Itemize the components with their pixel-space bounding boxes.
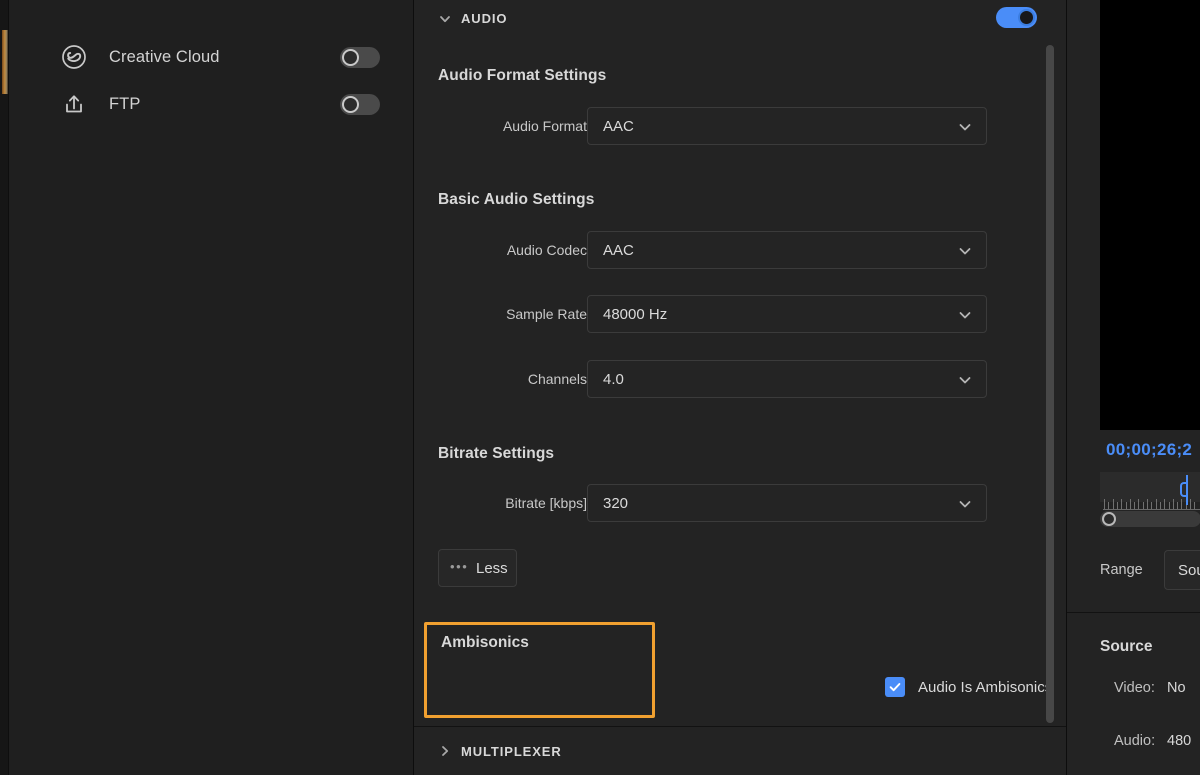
toggle-knob: [1018, 9, 1035, 26]
creative-cloud-toggle[interactable]: [340, 47, 380, 68]
less-button[interactable]: ••• Less: [438, 549, 517, 587]
source-heading: Source: [1100, 638, 1153, 656]
chevron-right-icon[interactable]: [437, 743, 453, 759]
group-heading-audio-format-settings: Audio Format Settings: [438, 67, 606, 85]
multiplexer-section-header[interactable]: MULTIPLEXER: [414, 727, 1066, 775]
field-label: Bitrate [kbps]: [505, 484, 587, 522]
ruler-baseline: [1103, 509, 1200, 510]
field-row-audio-codec: Audio Codec AAC: [414, 231, 1066, 269]
video-preview[interactable]: [1100, 0, 1200, 430]
publish-item-creative-cloud[interactable]: Creative Cloud: [9, 33, 413, 81]
dropdown-value: AAC: [603, 232, 634, 270]
chevron-down-icon: [957, 119, 973, 135]
range-label: Range: [1100, 550, 1143, 590]
range-dropdown[interactable]: Sou: [1164, 550, 1200, 590]
audio-section-header[interactable]: AUDIO: [414, 0, 1066, 37]
chevron-down-icon: [957, 372, 973, 388]
chevron-down-icon: [957, 307, 973, 323]
group-heading-basic-audio-settings: Basic Audio Settings: [438, 191, 594, 209]
ftp-upload-icon: [57, 87, 91, 121]
export-settings-window: Creative Cloud FTP: [0, 0, 1200, 775]
source-row-video: Video: No: [1067, 680, 1200, 706]
toggle-knob: [342, 49, 359, 66]
preview-panel: 00;00;26;2 Range Sou Source Video: No Au…: [1066, 0, 1200, 775]
dropdown-value: 48000 Hz: [603, 296, 667, 334]
panel-scrollbar-thumb[interactable]: [1046, 45, 1054, 723]
range-row: Range Sou: [1067, 550, 1200, 590]
source-value: No: [1167, 680, 1186, 696]
audio-section-title: AUDIO: [461, 11, 507, 26]
source-key: Audio:: [1114, 733, 1155, 749]
source-row-audio: Audio: 480: [1067, 733, 1200, 759]
dropdown-value: AAC: [603, 108, 634, 146]
ambisonics-heading: Ambisonics: [441, 634, 529, 652]
publish-item-ftp[interactable]: FTP: [9, 80, 413, 128]
sample-rate-dropdown[interactable]: 48000 Hz: [587, 295, 987, 333]
field-label: Audio Codec: [507, 231, 587, 269]
field-row-audio-format: Audio Format AAC: [414, 107, 1066, 145]
source-key: Video:: [1114, 680, 1155, 696]
source-value: 480: [1167, 733, 1191, 749]
field-row-sample-rate: Sample Rate 48000 Hz: [414, 295, 1066, 333]
creative-cloud-icon: [57, 40, 91, 74]
chevron-down-icon[interactable]: [437, 11, 453, 27]
publish-item-label: FTP: [109, 95, 140, 114]
ambisonics-highlight-box: Ambisonics: [424, 622, 655, 718]
field-label: Sample Rate: [506, 295, 587, 333]
group-heading-bitrate-settings: Bitrate Settings: [438, 445, 554, 463]
audio-is-ambisonics-row[interactable]: Audio Is Ambisonics: [885, 677, 1052, 697]
publish-sidebar: Creative Cloud FTP: [9, 0, 413, 775]
chevron-down-icon: [957, 243, 973, 259]
panel-scrollbar-track[interactable]: [1049, 0, 1061, 775]
field-row-bitrate: Bitrate [kbps] 320: [414, 484, 1066, 522]
dropdown-value: Sou: [1178, 551, 1200, 591]
toggle-knob: [342, 96, 359, 113]
multiplexer-section-title: MULTIPLEXER: [461, 744, 562, 759]
field-row-channels: Channels 4.0: [414, 360, 1066, 398]
publish-item-label: Creative Cloud: [109, 48, 220, 67]
audio-enable-toggle[interactable]: [996, 7, 1037, 28]
audio-settings-panel: AUDIO Audio Format Settings Audio Format…: [413, 0, 1066, 775]
chevron-down-icon: [957, 496, 973, 512]
field-label: Audio Format: [503, 107, 587, 145]
audio-codec-dropdown[interactable]: AAC: [587, 231, 987, 269]
bitrate-dropdown[interactable]: 320: [587, 484, 987, 522]
scrub-handle[interactable]: [1102, 512, 1116, 526]
ftp-toggle[interactable]: [340, 94, 380, 115]
dropdown-value: 320: [603, 485, 628, 523]
scrub-bar[interactable]: [1100, 511, 1200, 527]
field-label: Channels: [528, 360, 587, 398]
ellipsis-icon: •••: [450, 560, 468, 573]
preview-timecode[interactable]: 00;00;26;2: [1106, 440, 1192, 460]
less-button-label: Less: [476, 560, 508, 577]
playhead-marker[interactable]: [1186, 475, 1188, 505]
dropdown-value: 4.0: [603, 361, 624, 399]
audio-format-dropdown[interactable]: AAC: [587, 107, 987, 145]
preview-divider: [1067, 612, 1200, 613]
audio-is-ambisonics-checkbox[interactable]: [885, 677, 905, 697]
audio-is-ambisonics-label: Audio Is Ambisonics: [918, 679, 1052, 696]
timeline-ruler[interactable]: [1100, 472, 1200, 510]
channels-dropdown[interactable]: 4.0: [587, 360, 987, 398]
